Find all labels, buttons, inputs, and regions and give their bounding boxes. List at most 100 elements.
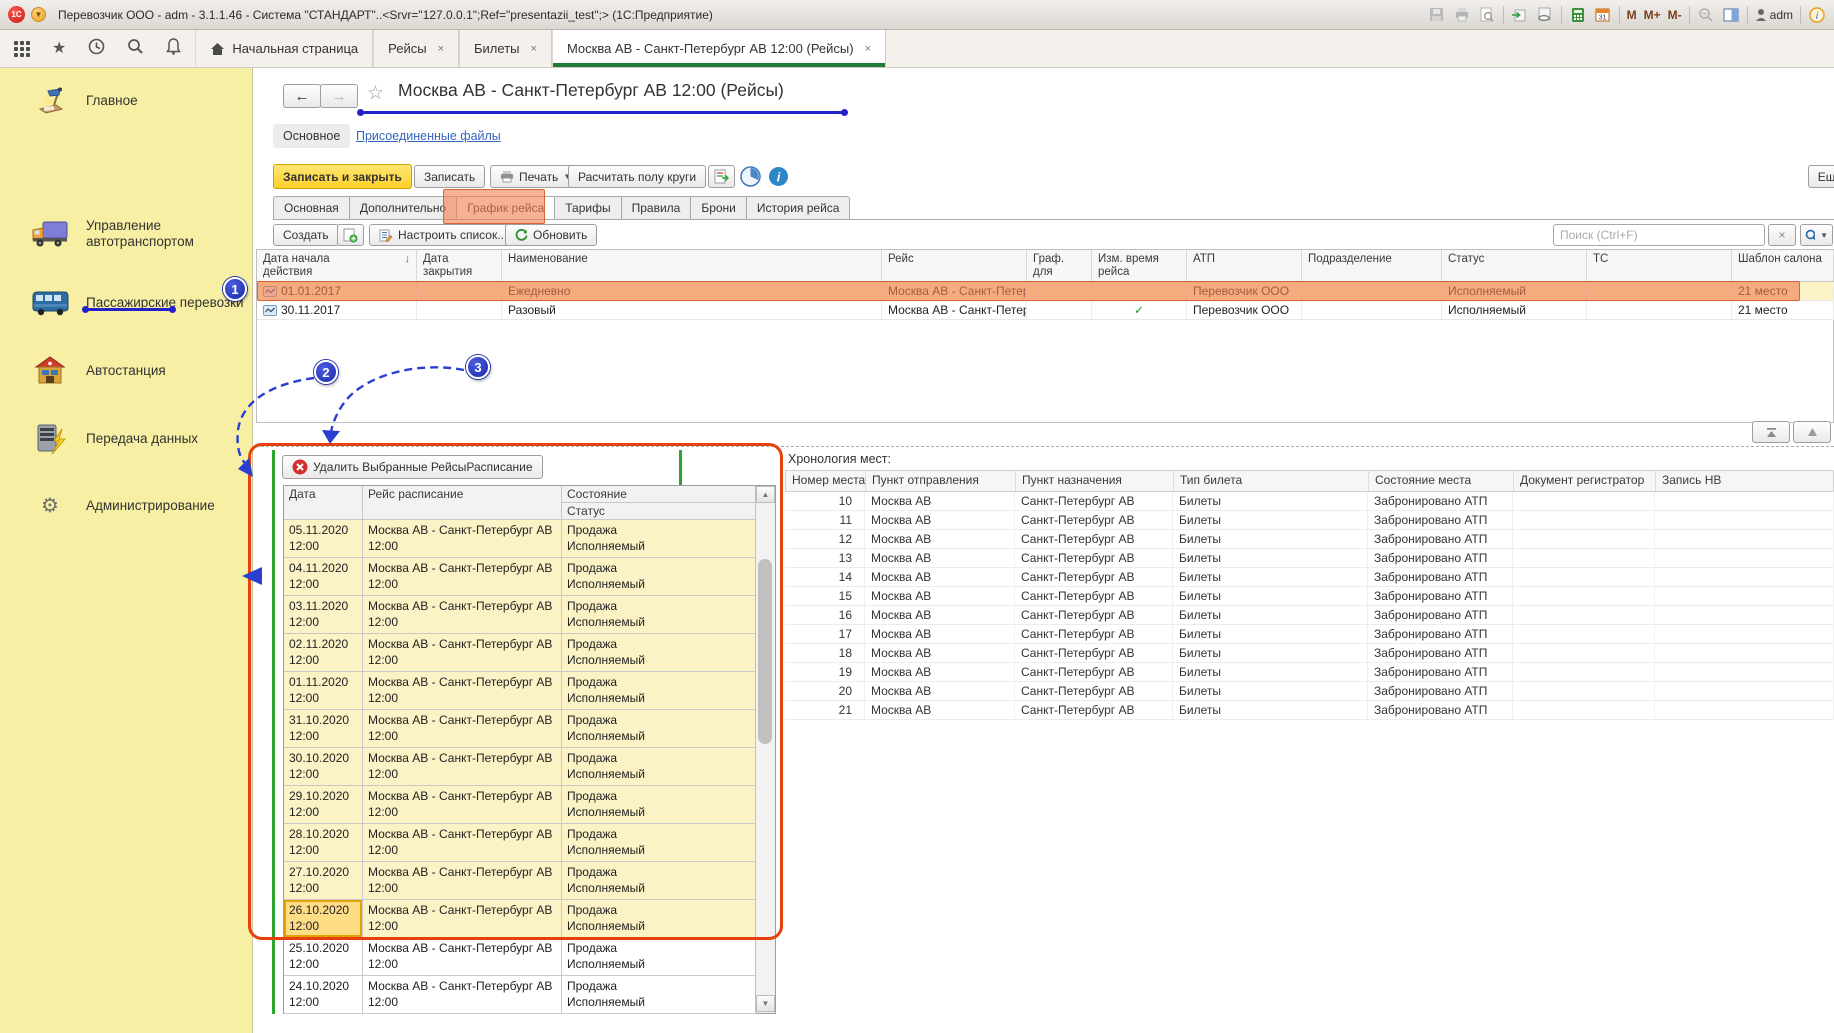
split-window-icon[interactable]: [1722, 6, 1740, 24]
trip-date-cell[interactable]: 27.10.202012:00: [284, 862, 363, 899]
trip-row[interactable]: 24.10.202012:00Москва АВ - Санкт-Петербу…: [284, 976, 756, 1014]
trip-date-cell[interactable]: 28.10.202012:00: [284, 824, 363, 861]
tab-broni[interactable]: Брони: [691, 196, 747, 220]
seat-row[interactable]: 18Москва АВСанкт-Петербург АВБилетыЗабро…: [785, 644, 1834, 663]
column-header[interactable]: Дата закрытия: [417, 250, 502, 281]
create-button[interactable]: Создать: [273, 224, 339, 246]
column-header[interactable]: Наименование: [502, 250, 882, 281]
seat-row[interactable]: 12Москва АВСанкт-Петербург АВБилетыЗабро…: [785, 530, 1834, 549]
memory-minus-button[interactable]: M-: [1668, 8, 1682, 22]
trip-row[interactable]: 28.10.202012:00Москва АВ - Санкт-Петербу…: [284, 824, 756, 862]
trip-row[interactable]: 03.11.202012:00Москва АВ - Санкт-Петербу…: [284, 596, 756, 634]
trip-date-cell[interactable]: 26.10.202012:00: [284, 900, 363, 937]
column-header[interactable]: ТС: [1587, 250, 1732, 281]
more-button[interactable]: Ещё: [1808, 165, 1834, 188]
scrollbar-up-icon[interactable]: ▲: [756, 486, 775, 503]
favorites-icon[interactable]: ★: [52, 41, 66, 57]
trip-row[interactable]: 27.10.202012:00Москва АВ - Санкт-Петербу…: [284, 862, 756, 900]
scroll-to-top-button[interactable]: [1752, 421, 1790, 443]
refresh-button[interactable]: Обновить: [505, 224, 597, 246]
search-input[interactable]: [1553, 224, 1765, 246]
seat-row[interactable]: 14Москва АВСанкт-Петербург АВБилетыЗабро…: [785, 568, 1834, 587]
notifications-bell-icon[interactable]: [166, 38, 181, 60]
memory-recall-button[interactable]: M: [1627, 8, 1637, 22]
seats-grid-header[interactable]: Номер местаПункт отправленияПункт назнач…: [785, 470, 1834, 492]
tab-active-trip[interactable]: Москва АВ - Санкт-Петербург АВ 12:00 (Ре…: [552, 30, 886, 67]
calendar-icon[interactable]: 31: [1594, 6, 1612, 24]
trip-name-cell[interactable]: Москва АВ - Санкт-Петербург АВ 12:00: [363, 938, 562, 975]
column-header[interactable]: Граф. для отрез.: [1027, 250, 1092, 281]
trip-state-cell[interactable]: ПродажаИсполняемый: [562, 786, 756, 823]
search-icon[interactable]: [127, 38, 144, 60]
trip-state-cell[interactable]: ПродажаИсполняемый: [562, 520, 756, 557]
sidebar-item-transport-management[interactable]: Управление автотранспортом: [0, 208, 253, 260]
trip-row[interactable]: 31.10.202012:00Москва АВ - Санкт-Петербу…: [284, 710, 756, 748]
current-user[interactable]: adm: [1755, 8, 1793, 22]
col-date[interactable]: Дата: [284, 486, 363, 520]
calculator-icon[interactable]: [1569, 6, 1587, 24]
trips-grid-header[interactable]: Дата Рейс расписание Состояние Статус: [284, 486, 756, 520]
seat-row[interactable]: 17Москва АВСанкт-Петербург АВБилетыЗабро…: [785, 625, 1834, 644]
panel-splitter[interactable]: [256, 446, 1834, 447]
trip-name-cell[interactable]: Москва АВ - Санкт-Петербург АВ 12:00: [363, 824, 562, 861]
tab-home[interactable]: Начальная страница: [195, 30, 373, 67]
trip-state-cell[interactable]: ПродажаИсполняемый: [562, 596, 756, 633]
seat-row[interactable]: 13Москва АВСанкт-Петербург АВБилетыЗабро…: [785, 549, 1834, 568]
trip-date-cell[interactable]: 03.11.202012:00: [284, 596, 363, 633]
back-button[interactable]: ←: [283, 84, 321, 108]
trip-row[interactable]: 26.10.202012:00Москва АВ - Санкт-Петербу…: [284, 900, 756, 938]
forward-button[interactable]: →: [320, 84, 358, 108]
trip-state-cell[interactable]: ПродажаИсполняемый: [562, 824, 756, 861]
trip-row[interactable]: 02.11.202012:00Москва АВ - Санкт-Петербу…: [284, 634, 756, 672]
trip-row[interactable]: 29.10.202012:00Москва АВ - Санкт-Петербу…: [284, 786, 756, 824]
calc-half-circles-button[interactable]: Расчитать полу круги: [568, 165, 706, 188]
col-trip[interactable]: Рейс расписание: [363, 486, 562, 520]
trip-state-cell[interactable]: ПродажаИсполняемый: [562, 938, 756, 975]
seat-row[interactable]: 10Москва АВСанкт-Петербург АВБилетыЗабро…: [785, 492, 1834, 511]
create-copy-button[interactable]: [337, 224, 364, 246]
zoom-icon[interactable]: [1697, 6, 1715, 24]
col-state[interactable]: Состояние: [562, 486, 756, 503]
column-header[interactable]: Шаблон салона: [1732, 250, 1834, 281]
nav-link-attached-files[interactable]: Присоединенные файлы: [356, 129, 501, 143]
column-header[interactable]: АТП: [1187, 250, 1302, 281]
configure-list-button[interactable]: Настроить список...: [369, 224, 517, 246]
trip-row[interactable]: 01.11.202012:00Москва АВ - Санкт-Петербу…: [284, 672, 756, 710]
seat-row[interactable]: 11Москва АВСанкт-Петербург АВБилетыЗабро…: [785, 511, 1834, 530]
trip-date-cell[interactable]: 02.11.202012:00: [284, 634, 363, 671]
trip-row[interactable]: 05.11.202012:00Москва АВ - Санкт-Петербу…: [284, 520, 756, 558]
trip-name-cell[interactable]: Москва АВ - Санкт-Петербург АВ 12:00: [363, 520, 562, 557]
trip-state-cell[interactable]: ПродажаИсполняемый: [562, 558, 756, 595]
trip-name-cell[interactable]: Москва АВ - Санкт-Петербург АВ 12:00: [363, 976, 562, 1013]
seat-row[interactable]: 20Москва АВСанкт-Петербург АВБилетыЗабро…: [785, 682, 1834, 701]
schedule-table-row[interactable]: 30.11.2017РазовыйМосква АВ - Санкт-Петер…: [257, 301, 1833, 320]
schedule-table-header[interactable]: ↓Дата начала действияДата закрытияНаимен…: [257, 250, 1833, 282]
tab-istoriya-reisa[interactable]: История рейса: [747, 196, 851, 220]
info-icon[interactable]: i: [1808, 6, 1826, 24]
report-doc-button[interactable]: [708, 165, 735, 188]
trip-name-cell[interactable]: Москва АВ - Санкт-Петербург АВ 12:00: [363, 596, 562, 633]
trip-name-cell[interactable]: Москва АВ - Санкт-Петербург АВ 12:00: [363, 748, 562, 785]
sidebar-item-main[interactable]: Главное: [0, 78, 253, 124]
col-status[interactable]: Статус: [562, 503, 756, 520]
search-button[interactable]: ▼: [1800, 224, 1833, 246]
trip-date-cell[interactable]: 24.10.202012:00: [284, 976, 363, 1013]
close-tab-icon[interactable]: ×: [438, 43, 444, 55]
print-preview-icon[interactable]: [1478, 6, 1496, 24]
sidebar-item-passenger-transport[interactable]: Пассажирские перевозки: [0, 280, 253, 326]
help-info-icon[interactable]: i: [768, 166, 789, 192]
trip-date-cell[interactable]: 30.10.202012:00: [284, 748, 363, 785]
column-header[interactable]: Запись НВ: [1656, 471, 1834, 491]
history-icon[interactable]: [88, 38, 105, 60]
sidebar-item-data-transfer[interactable]: Передача данных: [0, 416, 253, 462]
tab-tarify[interactable]: Тарифы: [555, 196, 621, 220]
delete-selected-trips-button[interactable]: Удалить Выбранные РейсыРасписание: [282, 455, 543, 479]
print-icon[interactable]: [1453, 6, 1471, 24]
column-header[interactable]: ↓Дата начала действия: [257, 250, 417, 281]
trip-name-cell[interactable]: Москва АВ - Санкт-Петербург АВ 12:00: [363, 558, 562, 595]
scrollbar-thumb[interactable]: [758, 559, 772, 744]
tab-bilety[interactable]: Билеты×: [459, 30, 552, 67]
seat-row[interactable]: 15Москва АВСанкт-Петербург АВБилетыЗабро…: [785, 587, 1834, 606]
tab-pravila[interactable]: Правила: [622, 196, 692, 220]
trip-row[interactable]: 04.11.202012:00Москва АВ - Санкт-Петербу…: [284, 558, 756, 596]
